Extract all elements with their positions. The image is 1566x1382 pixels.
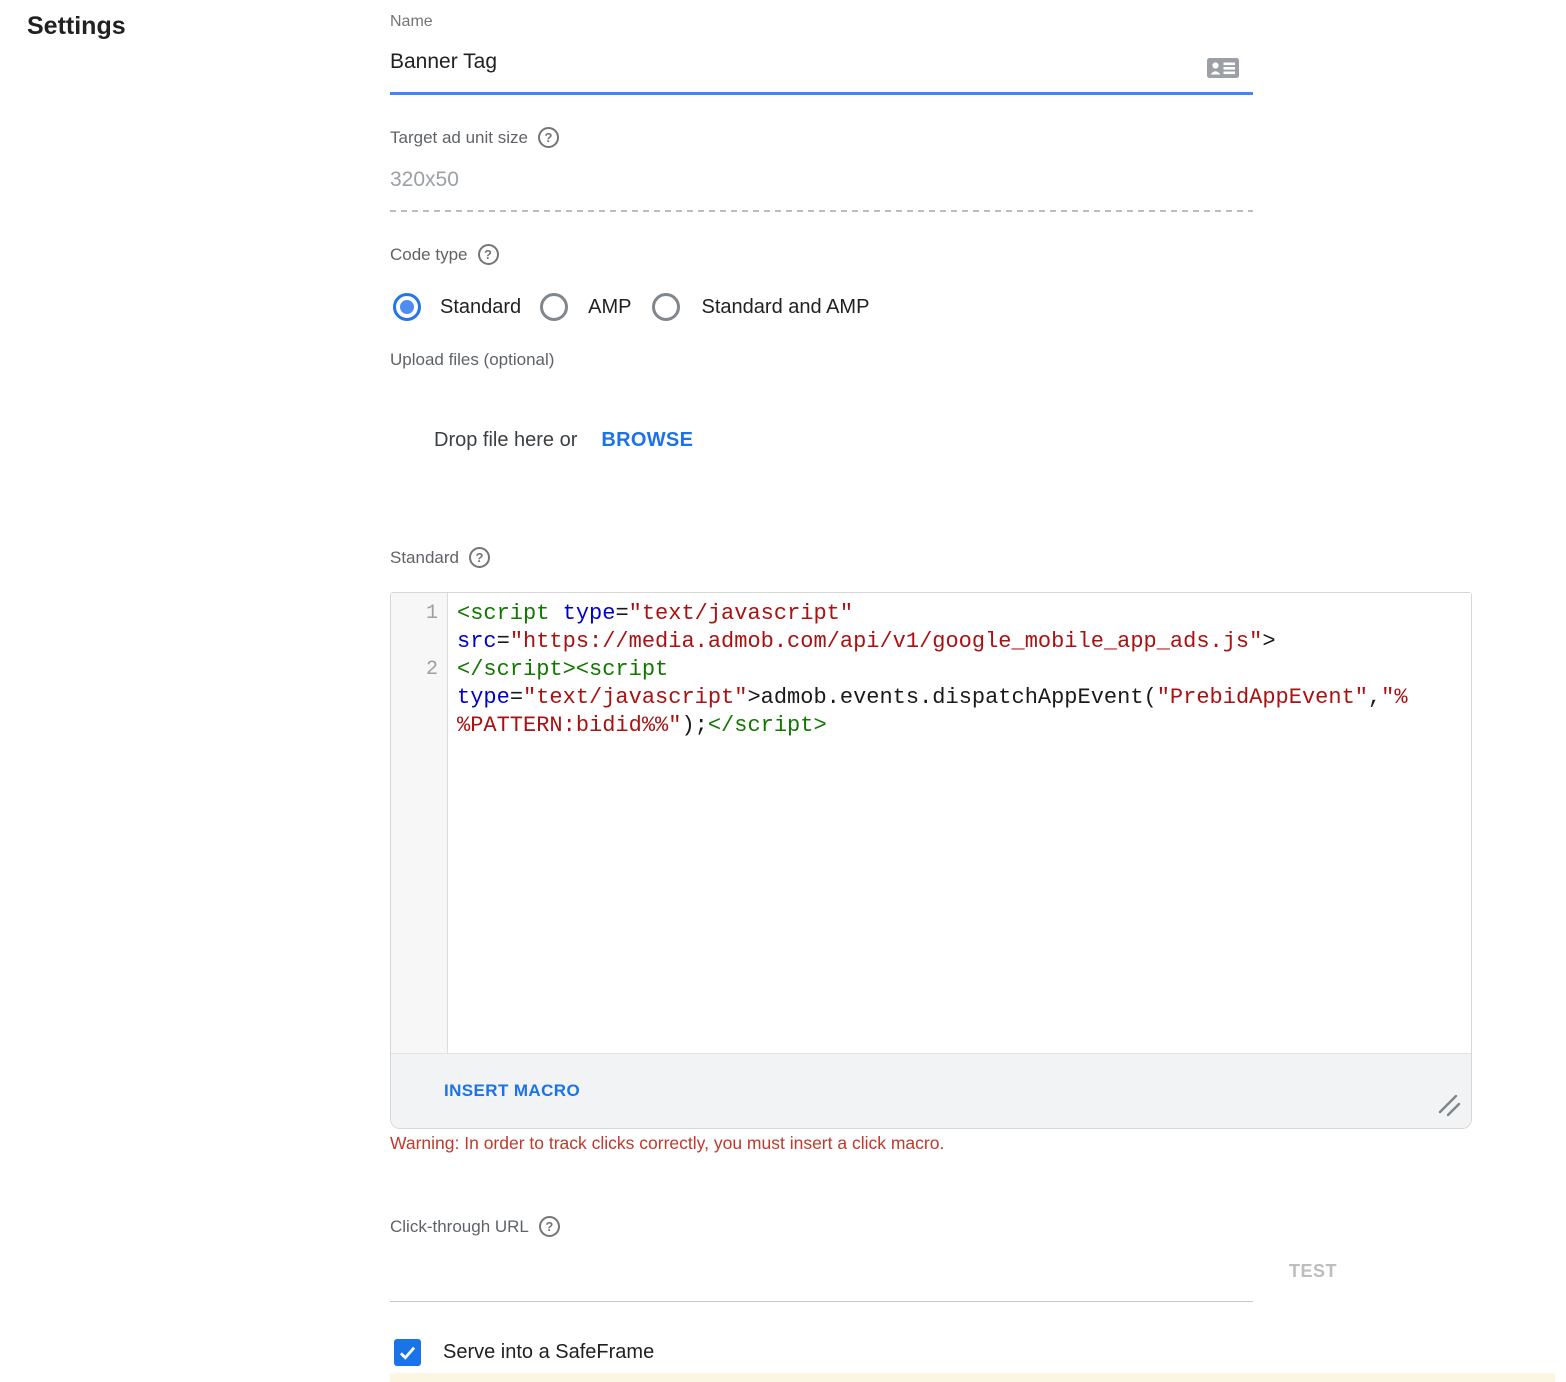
radio-unselected-icon[interactable] <box>652 293 680 321</box>
target-ad-unit-size-value: 320x50 <box>390 168 459 192</box>
help-icon[interactable]: ? <box>538 127 559 148</box>
click-through-url-underline <box>390 1301 1253 1302</box>
click-macro-warning: Warning: In order to track clicks correc… <box>390 1133 944 1154</box>
code-type-radio-group: Standard AMP Standard and AMP <box>393 291 869 323</box>
creative-settings-page: Settings Name Target ad unit size ? 320x… <box>0 0 1566 1382</box>
drop-file-text: Drop file here or <box>434 429 577 452</box>
insert-macro-button[interactable]: INSERT MACRO <box>444 1081 580 1101</box>
click-through-url-label: Click-through URL <box>390 1217 529 1237</box>
standard-code-label: Standard <box>390 548 459 568</box>
help-icon[interactable]: ? <box>478 244 499 265</box>
radio-option-standard[interactable]: Standard <box>393 293 521 321</box>
code-line: src="https://media.admob.com/api/v1/goog… <box>457 628 1465 656</box>
click-through-url-input[interactable] <box>390 1262 1250 1298</box>
code-editor-body: 12 <script type="text/javascript"src="ht… <box>391 593 1471 1053</box>
notice-banner-top-edge <box>390 1373 1555 1382</box>
line-number-gutter: 12 <box>391 593 448 1053</box>
code-type-row: Code type ? <box>390 244 499 265</box>
browse-button[interactable]: BROWSE <box>601 429 693 452</box>
code-line: <script type="text/javascript" <box>457 600 1465 628</box>
radio-label-amp: AMP <box>588 296 631 319</box>
disabled-input-dashed-underline <box>390 210 1253 212</box>
radio-label-standard-and-amp: Standard and AMP <box>702 296 870 319</box>
test-button[interactable]: TEST <box>1289 1261 1337 1282</box>
checkbox-checked-icon[interactable] <box>394 1339 421 1366</box>
radio-label-standard: Standard <box>440 296 521 319</box>
code-line: type="text/javascript">admob.events.disp… <box>457 684 1465 712</box>
code-type-label: Code type <box>390 245 468 265</box>
radio-selected-icon[interactable] <box>393 293 421 321</box>
resize-grip-icon[interactable] <box>1437 1093 1461 1122</box>
radio-option-amp[interactable]: AMP <box>540 293 631 321</box>
target-ad-unit-size-label: Target ad unit size <box>390 128 528 148</box>
contact-card-icon <box>1206 55 1240 86</box>
click-through-url-row: Click-through URL ? <box>390 1216 560 1237</box>
help-icon[interactable]: ? <box>469 547 490 568</box>
code-editor-footer: INSERT MACRO <box>391 1053 1471 1128</box>
page-title: Settings <box>27 12 126 41</box>
name-field-label: Name <box>390 13 433 31</box>
upload-files-label-row: Upload files (optional) <box>390 350 554 370</box>
code-line: </script><script <box>457 656 1465 684</box>
radio-unselected-icon[interactable] <box>540 293 568 321</box>
file-drop-zone[interactable]: Drop file here or BROWSE <box>434 429 693 452</box>
name-input[interactable] <box>390 50 1180 74</box>
code-editor: 12 <script type="text/javascript"src="ht… <box>390 592 1472 1129</box>
code-text-area[interactable]: <script type="text/javascript"src="https… <box>448 593 1471 1053</box>
safeframe-label: Serve into a SafeFrame <box>443 1341 654 1364</box>
radio-option-standard-and-amp[interactable]: Standard and AMP <box>652 293 870 321</box>
code-line: %PATTERN:bidid%%");</script> <box>457 712 1465 740</box>
name-input-focus-underline <box>390 92 1253 95</box>
upload-files-label: Upload files (optional) <box>390 350 554 370</box>
safeframe-checkbox-row[interactable]: Serve into a SafeFrame <box>394 1339 654 1366</box>
target-ad-unit-size-row: Target ad unit size ? <box>390 127 559 148</box>
help-icon[interactable]: ? <box>539 1216 560 1237</box>
standard-code-label-row: Standard ? <box>390 547 490 568</box>
